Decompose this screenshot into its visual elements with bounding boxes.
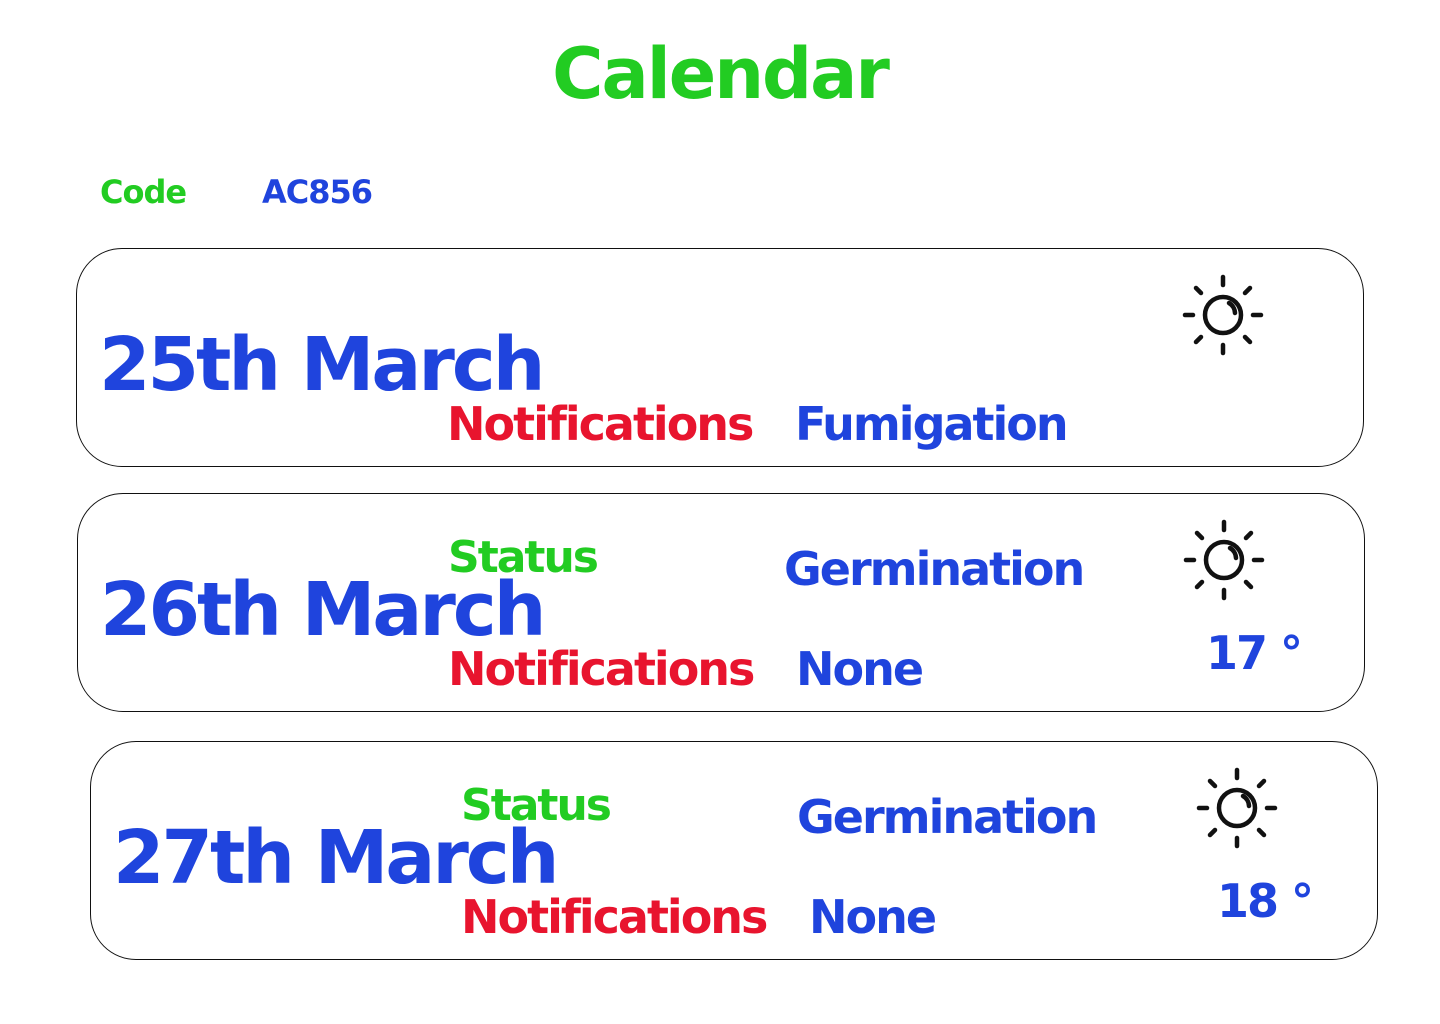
status-value: Germination — [797, 790, 1098, 844]
status-label: Status — [461, 780, 612, 831]
notifications-label: Notifications — [447, 397, 754, 451]
day-date: 25th March — [99, 322, 545, 408]
notifications-label: Notifications — [461, 890, 768, 944]
notifications-value: Fumigation — [795, 397, 1069, 451]
day-card-27-march[interactable]: 27th March Status Germination Notificati… — [90, 741, 1378, 960]
temperature-reading: 18 ° — [1217, 874, 1314, 928]
day-card-25-march[interactable]: 25th March Notifications Fumigation — [76, 248, 1364, 467]
temperature-reading: 17 ° — [1206, 626, 1303, 680]
status-label: Status — [448, 532, 599, 583]
status-value: Germination — [784, 542, 1085, 596]
sun-icon — [1183, 519, 1265, 601]
code-value: AC856 — [262, 173, 373, 211]
notifications-label: Notifications — [448, 642, 755, 696]
notifications-value: None — [809, 890, 937, 944]
page-title: Calendar — [552, 33, 890, 115]
sun-icon — [1196, 767, 1278, 849]
day-card-26-march[interactable]: 26th March Status Germination Notificati… — [77, 493, 1365, 712]
code-label: Code — [100, 173, 187, 211]
notifications-value: None — [796, 642, 924, 696]
sun-icon — [1182, 274, 1264, 356]
